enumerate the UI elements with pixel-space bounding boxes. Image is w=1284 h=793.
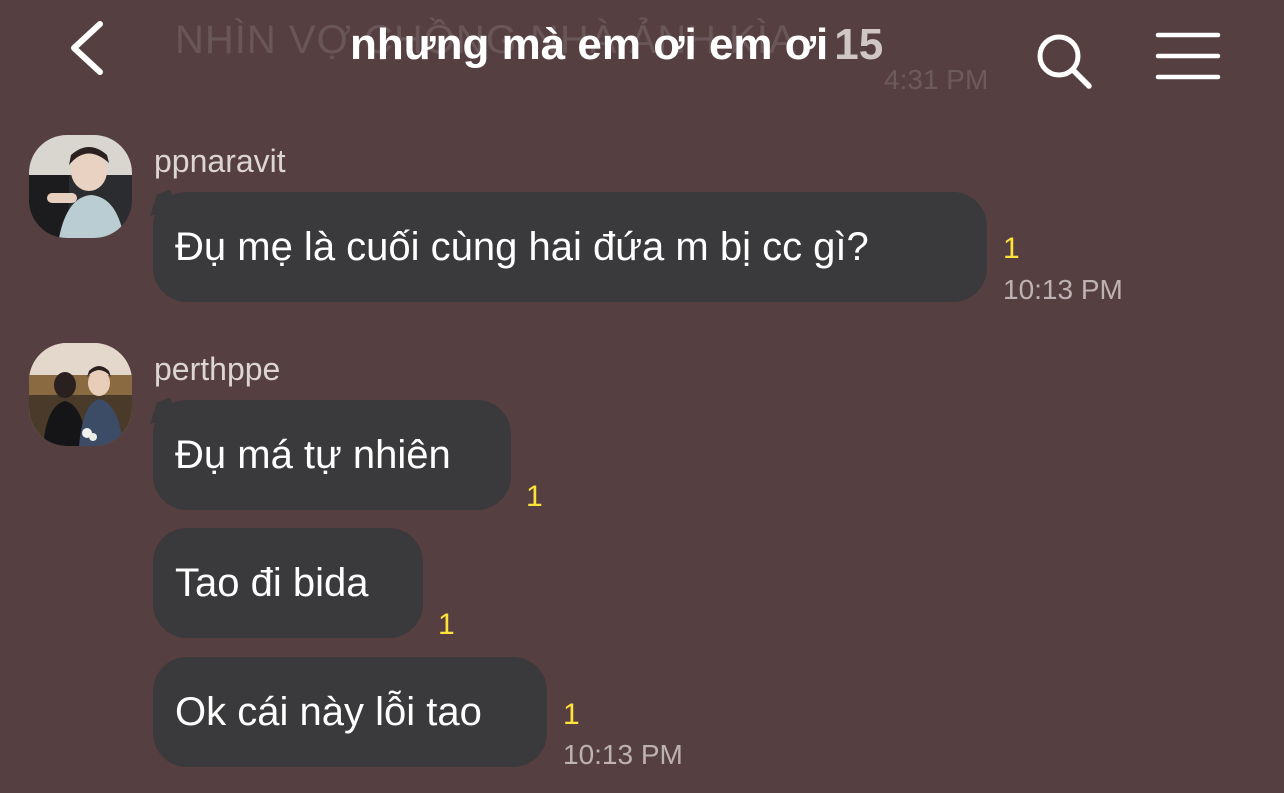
chat-title[interactable]: nhưng mà em ơi em ơi 15 [350,20,883,70]
search-button[interactable] [1033,30,1095,92]
back-button[interactable] [62,18,118,78]
message-text: Đụ má tự nhiên [175,432,451,477]
chevron-left-icon [71,21,103,75]
chat-title-text: nhưng mà em ơi em ơi [350,20,829,69]
unread-count: 1 [563,698,580,731]
unread-count: 1 [1003,232,1020,265]
message-text: Đụ mẹ là cuối cùng hai đứa m bị cc gì? [175,224,869,269]
sender-name: ppnaravit [154,143,286,179]
hamburger-menu-icon [1155,32,1221,80]
avatar-perthppe[interactable] [29,343,132,446]
message-text: Tao đi bida [175,560,369,605]
chat-header: NHÌN VỢ CHỒNG NHÀ ẢNH KÌA 4:31 PM nhưng … [0,0,1284,110]
unread-count: 1 [526,480,543,513]
message-bubble[interactable]: Tao đi bida [153,528,423,638]
message-text: Ok cái này lỗi tao [175,689,482,734]
member-count: 15 [834,20,884,69]
avatar-ppnaravit[interactable] [29,135,132,238]
sender-name: perthppe [154,351,281,387]
message-bubble[interactable]: Đụ mẹ là cuối cùng hai đứa m bị cc gì? [153,192,987,302]
avatar-perthppe-image [29,343,132,446]
message-bubble[interactable]: Ok cái này lỗi tao [153,657,547,767]
message-time: 10:13 PM [1003,274,1123,305]
message-time: 10:13 PM [563,739,683,770]
message-bubble[interactable]: Đụ má tự nhiên [153,400,511,510]
menu-button[interactable] [1155,30,1221,82]
pinned-notice-time: 4:31 PM [884,64,989,95]
search-icon [1037,34,1092,89]
avatar-ppnaravit-image [29,135,132,238]
unread-count: 1 [438,608,455,641]
